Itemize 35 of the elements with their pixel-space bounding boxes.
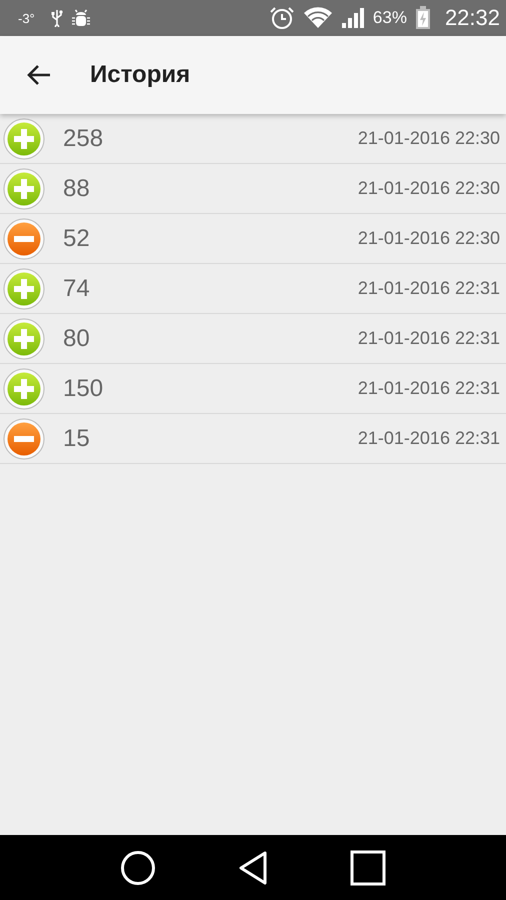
amount: 150 <box>63 374 104 402</box>
bug-icon <box>70 9 91 27</box>
date-time: 21-01-2016 22:31 <box>358 328 500 349</box>
date-time: 21-01-2016 22:30 <box>358 128 500 149</box>
amount: 52 <box>63 224 91 252</box>
date-time: 21-01-2016 22:30 <box>358 178 500 199</box>
wifi-icon <box>302 7 333 29</box>
clock: 22:32 <box>444 5 500 31</box>
amount: 74 <box>63 274 91 302</box>
history-row[interactable]: 80 21-01-2016 22:31 <box>0 314 506 364</box>
date-time: 21-01-2016 22:31 <box>358 428 500 449</box>
history-row[interactable]: 74 21-01-2016 22:31 <box>0 264 506 314</box>
battery-percent: 63% <box>372 8 407 28</box>
history-row[interactable]: 88 21-01-2016 22:30 <box>0 164 506 214</box>
triangle-back-icon <box>236 850 269 886</box>
date-time: 21-01-2016 22:31 <box>358 378 500 399</box>
history-row[interactable]: 15 21-01-2016 22:31 <box>0 414 506 464</box>
usb-icon <box>50 9 63 27</box>
history-row[interactable]: 52 21-01-2016 22:30 <box>0 214 506 264</box>
circle-icon <box>120 850 156 886</box>
temperature: -3° <box>18 10 35 26</box>
amount: 15 <box>63 424 91 452</box>
screen-title: История <box>90 61 190 89</box>
amount: 88 <box>63 174 91 202</box>
back-arrow-icon <box>26 63 52 87</box>
amount: 80 <box>63 324 91 352</box>
date-time: 21-01-2016 22:31 <box>358 278 500 299</box>
date-time: 21-01-2016 22:30 <box>358 228 500 249</box>
history-row[interactable]: 150 21-01-2016 22:31 <box>0 364 506 414</box>
alarm-clock-icon <box>268 6 295 30</box>
amount: 258 <box>63 124 104 152</box>
square-icon <box>350 850 386 886</box>
battery-charging-icon <box>414 6 431 30</box>
signal-icon <box>340 7 365 29</box>
history-row[interactable]: 258 21-01-2016 22:30 <box>0 114 506 164</box>
